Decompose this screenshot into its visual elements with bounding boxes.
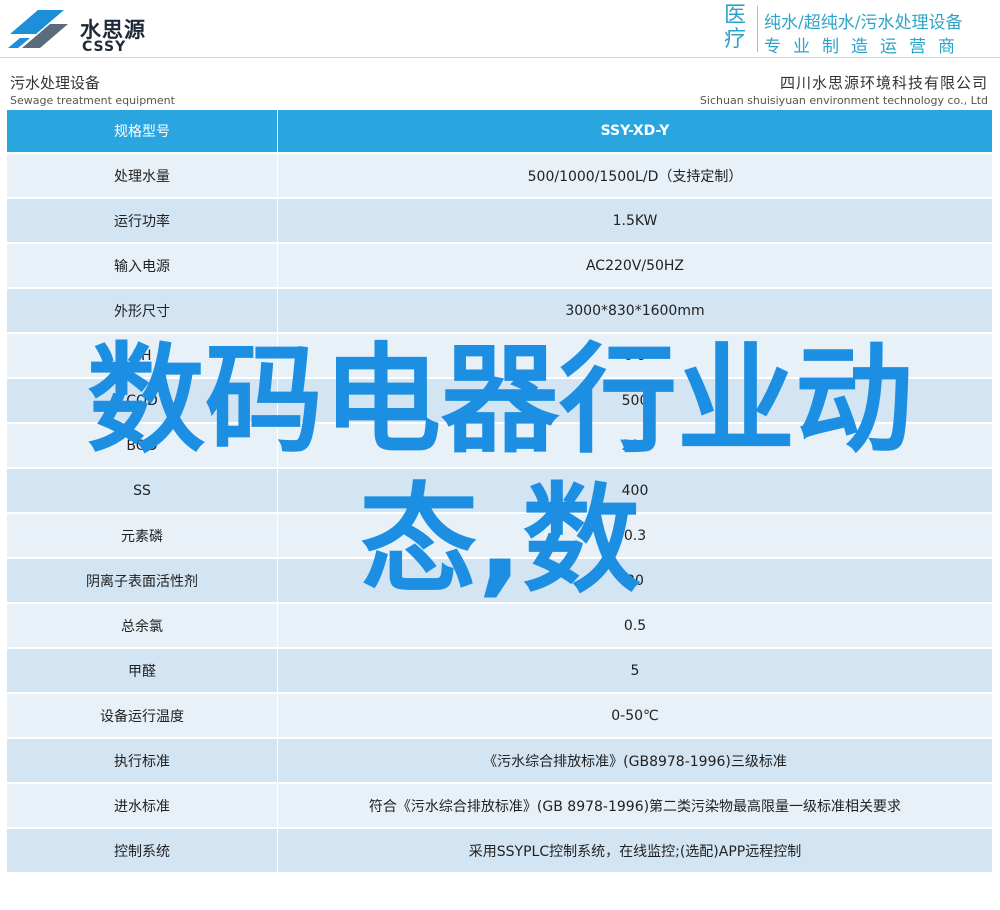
logo-mark-icon bbox=[8, 10, 68, 48]
row-key: 输入电源 bbox=[7, 244, 278, 287]
table-row: 控制系统 采用SSYPLC控制系统，在线监控;(选配)APP远程控制 bbox=[7, 829, 992, 874]
company-name-cn: 四川水思源环境科技有限公司 bbox=[779, 74, 988, 92]
row-value: 300 bbox=[621, 437, 649, 454]
row-value: 20 bbox=[626, 572, 644, 589]
table-row: 元素磷 0.3 bbox=[7, 514, 992, 559]
row-key: 甲醛 bbox=[7, 649, 278, 692]
row-value: 采用SSYPLC控制系统，在线监控;(选配)APP远程控制 bbox=[468, 843, 802, 860]
table-row: COD 500 bbox=[7, 379, 992, 424]
sub-header: 污水处理设备 Sewage treatment equipment 四川水思源环… bbox=[0, 66, 1000, 110]
table-row: 输入电源 AC220V/50HZ bbox=[7, 244, 992, 289]
row-key: COD bbox=[7, 379, 278, 422]
slogan-line-1: 纯水/超纯水/污水处理设备 bbox=[764, 13, 963, 33]
table-row: 进水标准 符合《污水综合排放标准》(GB 8978-1996)第二类污染物最高限量… bbox=[7, 784, 992, 829]
row-value: 《污水综合排放标准》(GB8978-1996)三级标准 bbox=[483, 753, 787, 770]
row-value: 5 bbox=[630, 662, 640, 679]
row-key: BOD bbox=[7, 424, 278, 467]
row-value: 符合《污水综合排放标准》(GB 8978-1996)第二类污染物最高限量一级标准… bbox=[368, 798, 902, 815]
row-value: 3000*830*1600mm bbox=[565, 302, 705, 319]
row-key: 设备运行温度 bbox=[7, 694, 278, 737]
table-row: SS 400 bbox=[7, 469, 992, 514]
row-value: 500/1000/1500L/D（支持定制） bbox=[527, 168, 743, 185]
row-value: 0.3 bbox=[623, 527, 647, 544]
spec-table: 规格型号 SSY-XD-Y 处理水量 500/1000/1500L/D（支持定制）… bbox=[7, 110, 992, 874]
slogan-medical: 医疗 bbox=[724, 3, 747, 52]
row-key: 总余氯 bbox=[7, 604, 278, 647]
row-key: SS bbox=[7, 469, 278, 512]
company-name-en: Sichuan shuisiyuan environment technolog… bbox=[699, 94, 988, 107]
table-row: 设备运行温度 0-50℃ bbox=[7, 694, 992, 739]
table-row: 阴离子表面活性剂 20 bbox=[7, 559, 992, 604]
row-key: 处理水量 bbox=[7, 154, 278, 197]
row-key: 运行功率 bbox=[7, 199, 278, 242]
row-value: AC220V/50HZ bbox=[585, 257, 685, 274]
row-key: 进水标准 bbox=[7, 784, 278, 827]
category-title-en: Sewage treatment equipment bbox=[10, 94, 175, 107]
page-header: 水思源 CSSY 医疗 纯水/超纯水/污水处理设备 专业制造运营商 bbox=[0, 0, 1000, 58]
table-row: 总余氯 0.5 bbox=[7, 604, 992, 649]
slogan-line-2: 专业制造运营商 bbox=[764, 37, 967, 57]
row-value: 500 bbox=[621, 392, 649, 409]
row-key: 执行标准 bbox=[7, 739, 278, 782]
row-key: 元素磷 bbox=[7, 514, 278, 557]
row-value: 1.5KW bbox=[612, 212, 658, 229]
row-value: 0.5 bbox=[623, 617, 647, 634]
header-divider bbox=[0, 57, 1000, 58]
header-key: 规格型号 bbox=[7, 110, 278, 152]
table-row: 外形尺寸 3000*830*1600mm bbox=[7, 289, 992, 334]
row-value: 6-9 bbox=[623, 347, 647, 364]
row-value: 0-50℃ bbox=[611, 707, 659, 724]
table-row: PH 6-9 bbox=[7, 334, 992, 379]
row-key: 控制系统 bbox=[7, 829, 278, 872]
row-key: PH bbox=[7, 334, 278, 377]
table-row: BOD 300 bbox=[7, 424, 992, 469]
table-row: 运行功率 1.5KW bbox=[7, 199, 992, 244]
header-value: SSY-XD-Y bbox=[600, 123, 670, 139]
slogan-box: 纯水/超纯水/污水处理设备 专业制造运营商 bbox=[757, 6, 994, 57]
brand-logo[interactable]: 水思源 CSSY bbox=[8, 4, 148, 55]
spec-table-header: 规格型号 SSY-XD-Y bbox=[7, 110, 992, 154]
brand-name-en: CSSY bbox=[82, 39, 127, 55]
row-value: 400 bbox=[621, 482, 649, 499]
table-row: 执行标准 《污水综合排放标准》(GB8978-1996)三级标准 bbox=[7, 739, 992, 784]
table-row: 处理水量 500/1000/1500L/D（支持定制） bbox=[7, 154, 992, 199]
category-title-cn: 污水处理设备 bbox=[10, 74, 101, 92]
row-key: 阴离子表面活性剂 bbox=[7, 559, 278, 602]
table-row: 甲醛 5 bbox=[7, 649, 992, 694]
row-key: 外形尺寸 bbox=[7, 289, 278, 332]
